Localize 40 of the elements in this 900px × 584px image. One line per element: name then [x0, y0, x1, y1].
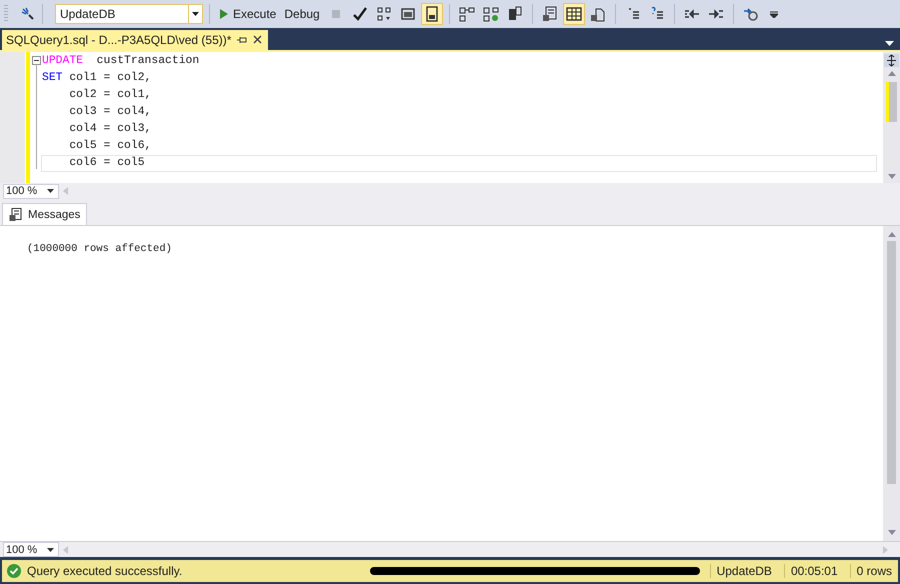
split-icon[interactable]: [884, 54, 899, 67]
code-line: col3 = col4,: [68, 104, 152, 120]
vertical-scrollbar[interactable]: [883, 226, 900, 541]
dropdown-caret-icon[interactable]: [188, 5, 202, 23]
scrollbar-thumb[interactable]: [886, 82, 897, 122]
code-line: col2 = col1,: [68, 88, 152, 103]
scroll-up-icon[interactable]: [888, 232, 896, 237]
tab-title: SQLQuery1.sql - D...-P3A5QLD\ved (55))*: [6, 33, 232, 47]
scroll-up-icon[interactable]: [888, 71, 896, 76]
code-line: UPDATE custTransaction: [41, 54, 200, 69]
status-row-count: 0 rows: [850, 564, 898, 578]
debug-button[interactable]: Debug: [281, 3, 323, 25]
document-tab[interactable]: SQLQuery1.sql - D...-P3A5QLD\ved (55))*: [2, 30, 268, 50]
toolbar-grip: [4, 5, 8, 23]
code-line: col4 = col3,: [68, 122, 152, 137]
scroll-down-icon[interactable]: [888, 174, 896, 179]
messages-tab[interactable]: Messages: [2, 203, 88, 225]
plug-icon[interactable]: [20, 6, 36, 22]
grid-icon[interactable]: [562, 3, 585, 25]
status-message: Query executed successfully.: [27, 564, 182, 578]
code-line: col5 = col6,: [68, 138, 152, 154]
zoom-dropdown[interactable]: 100 %: [3, 542, 59, 557]
document-icon[interactable]: [420, 3, 443, 25]
execute-button[interactable]: Execute: [216, 3, 280, 25]
status-elapsed-time: 00:05:01: [784, 564, 844, 578]
database-dropdown[interactable]: UpdateDB: [55, 4, 203, 24]
vertical-scrollbar[interactable]: [883, 52, 900, 183]
dropdown-caret-icon[interactable]: [47, 189, 54, 193]
scroll-down-icon[interactable]: [888, 530, 896, 535]
scrollbar-thumb[interactable]: [887, 241, 896, 484]
dropdown-caret-icon[interactable]: [47, 548, 54, 552]
zoom-dropdown[interactable]: 100 %: [3, 184, 59, 198]
message-text: (1000000 rows affected): [27, 243, 173, 255]
dropdown-caret-icon[interactable]: [885, 41, 894, 46]
play-icon: [219, 8, 229, 20]
success-check-icon: [7, 564, 21, 578]
code-line: SET col1 = col2,: [41, 70, 152, 86]
document-icon: [9, 208, 22, 222]
collapse-icon[interactable]: [32, 56, 41, 65]
status-database: UpdateDB: [710, 564, 778, 578]
